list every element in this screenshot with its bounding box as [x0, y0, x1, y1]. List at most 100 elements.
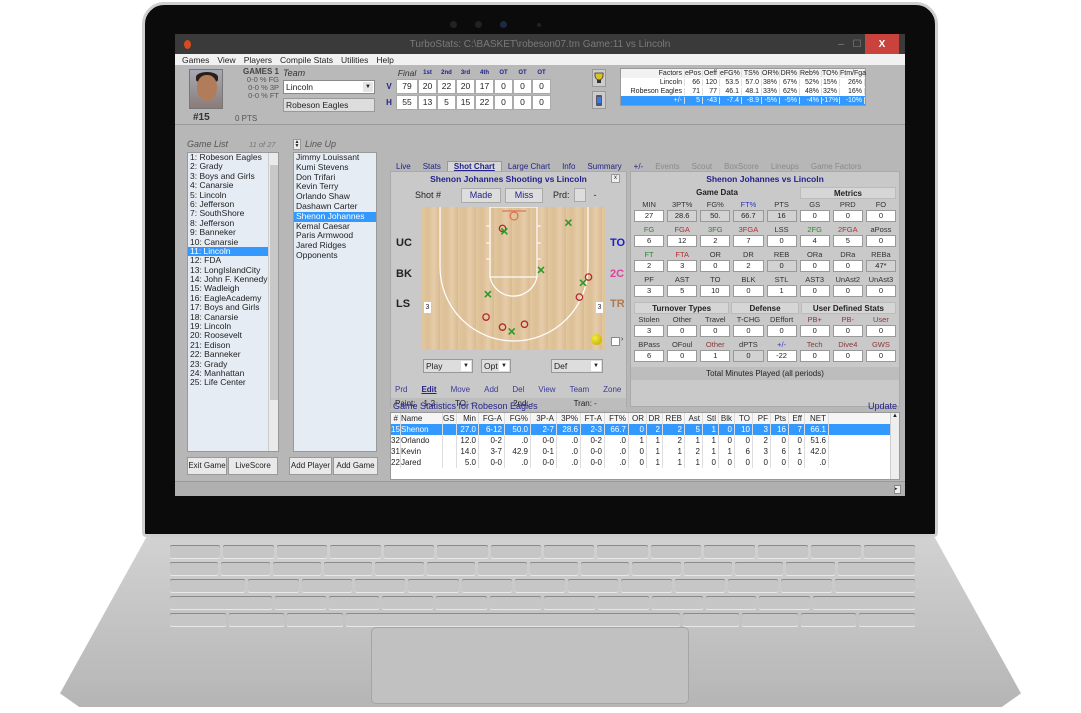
- score-cell[interactable]: 0: [532, 94, 551, 110]
- stat-field-other[interactable]: 1: [700, 350, 731, 362]
- stat-field-deffort[interactable]: 0: [766, 325, 797, 337]
- menu-view[interactable]: View: [217, 55, 235, 65]
- play-select[interactable]: Play ▼: [423, 359, 473, 373]
- menu-utilities[interactable]: Utilities: [341, 55, 368, 65]
- lineup-spinner[interactable]: ▲ ▼: [293, 139, 301, 150]
- menu-games[interactable]: Games: [182, 55, 209, 65]
- stat-field-tech[interactable]: 0: [799, 350, 830, 362]
- label-uc[interactable]: UC: [396, 237, 412, 249]
- stat-field-min[interactable]: 27: [634, 210, 665, 222]
- label-bk[interactable]: BK: [396, 268, 412, 280]
- column-header[interactable]: FG%: [505, 413, 531, 424]
- column-header[interactable]: GS: [443, 413, 457, 424]
- column-header[interactable]: FT-A: [581, 413, 605, 424]
- livescore-button[interactable]: LiveScore: [228, 457, 278, 475]
- minimize-button[interactable]: –: [835, 34, 847, 54]
- tab-stats[interactable]: Stats: [417, 162, 447, 171]
- stat-field-gs[interactable]: 0: [799, 210, 830, 222]
- column-header[interactable]: REB: [663, 413, 685, 424]
- tab-info[interactable]: Info: [556, 162, 581, 171]
- score-cell[interactable]: 0: [494, 94, 513, 110]
- miss-button[interactable]: Miss: [505, 187, 543, 203]
- score-cell[interactable]: 22: [475, 94, 494, 110]
- tab-large-chart[interactable]: Large Chart: [502, 162, 556, 171]
- stat-field-aposs[interactable]: 0: [865, 235, 896, 247]
- def-select[interactable]: Def ▼: [551, 359, 603, 373]
- stat-field-user[interactable]: 0: [865, 325, 896, 337]
- stat-field-pf[interactable]: 3: [634, 285, 665, 297]
- checkbox[interactable]: [611, 337, 620, 346]
- add-player-button[interactable]: Add Player: [289, 457, 332, 475]
- game-list[interactable]: 1: Robeson Eagles 2: Grady 3: Boys and Gir…: [187, 152, 279, 452]
- column-header[interactable]: Pts: [771, 413, 789, 424]
- stat-field-stolen[interactable]: 3: [634, 325, 665, 337]
- action-add[interactable]: Add: [484, 385, 498, 394]
- column-header[interactable]: #: [391, 413, 401, 424]
- chevron-down-icon[interactable]: ▼: [461, 361, 471, 371]
- metrics-tab[interactable]: Metrics: [800, 186, 896, 199]
- made-shot-marker[interactable]: [537, 266, 545, 274]
- stat-field-dra[interactable]: 0: [832, 260, 863, 272]
- action-del[interactable]: Del: [512, 385, 524, 394]
- missed-shot-marker[interactable]: [498, 323, 507, 331]
- tab-boxscore[interactable]: BoxScore: [718, 162, 765, 171]
- tab-summary[interactable]: Summary: [581, 162, 627, 171]
- menu-help[interactable]: Help: [376, 55, 393, 65]
- column-header[interactable]: DR: [647, 413, 663, 424]
- stat-field-ast[interactable]: 5: [667, 285, 698, 297]
- stat-field-3fg[interactable]: 2: [700, 235, 731, 247]
- score-cell[interactable]: 0: [494, 78, 513, 94]
- table-row[interactable]: 15 Shenon 27.0 6-12 50.0 2-7 28.6 2-3 66.7 0 2 2 5 1 0…: [391, 424, 899, 435]
- stat-field-3fga[interactable]: 7: [733, 235, 764, 247]
- stat-field-ora[interactable]: 0: [799, 260, 830, 272]
- stat-field-ft[interactable]: 2: [634, 260, 665, 272]
- label-to[interactable]: TO: [610, 237, 625, 249]
- action-view[interactable]: View: [538, 385, 555, 394]
- made-shot-marker[interactable]: [484, 290, 492, 298]
- stat-field-unast3[interactable]: 0: [865, 285, 896, 297]
- stat-field-t-chg[interactable]: 0: [733, 325, 764, 337]
- trophy-icon-button[interactable]: [592, 69, 606, 87]
- score-cell[interactable]: 0: [532, 78, 551, 94]
- stat-field-lss[interactable]: 0: [766, 235, 797, 247]
- column-header[interactable]: NET: [805, 413, 829, 424]
- maximize-button[interactable]: ☐: [851, 34, 863, 54]
- stat-field-fg[interactable]: 6: [634, 235, 665, 247]
- stat-field-ofoul[interactable]: 0: [667, 350, 698, 362]
- basketball-court[interactable]: 3 3: [422, 207, 605, 350]
- column-header[interactable]: OR: [629, 413, 647, 424]
- stat-field-to[interactable]: 10: [700, 285, 731, 297]
- score-cell[interactable]: 20: [418, 78, 437, 94]
- action-move[interactable]: Move: [451, 385, 471, 394]
- close-button[interactable]: X: [865, 34, 899, 54]
- column-header[interactable]: Stl: [703, 413, 719, 424]
- missed-shot-marker[interactable]: [584, 273, 593, 281]
- factors-row[interactable]: Lincoln 66 120 53.5 57.0 38% 67% 52% 15% 26%: [621, 78, 865, 87]
- stat-field-bpass[interactable]: 6: [634, 350, 665, 362]
- label-2c[interactable]: 2C: [610, 268, 624, 280]
- stat-field-gws[interactable]: 0: [865, 350, 896, 362]
- score-cell[interactable]: 20: [456, 78, 475, 94]
- action-edit[interactable]: Edit: [421, 385, 436, 394]
- made-button[interactable]: Made: [461, 187, 501, 203]
- scrollbar-thumb[interactable]: [270, 165, 278, 400]
- opt-select[interactable]: Opt ▼: [481, 359, 511, 373]
- chevron-down-icon[interactable]: ▼: [363, 82, 373, 92]
- tab-lineups[interactable]: Lineups: [765, 162, 805, 171]
- label-ls[interactable]: LS: [396, 298, 410, 310]
- column-header[interactable]: FT%: [605, 413, 629, 424]
- made-shot-marker[interactable]: [564, 219, 572, 227]
- add-game-button[interactable]: Add Game: [333, 457, 378, 475]
- action-prd[interactable]: Prd: [395, 385, 407, 394]
- stat-field-fga[interactable]: 12: [667, 235, 698, 247]
- column-header[interactable]: FG-A: [479, 413, 505, 424]
- ball-icon[interactable]: [591, 334, 602, 345]
- exit-game-button[interactable]: Exit Game: [187, 457, 227, 475]
- menu-players[interactable]: Players: [244, 55, 272, 65]
- period-input[interactable]: [573, 188, 586, 202]
- action-team[interactable]: Team: [570, 385, 590, 394]
- column-header[interactable]: Eff: [789, 413, 805, 424]
- tab-scout[interactable]: Scout: [686, 162, 718, 171]
- column-header[interactable]: Ast: [685, 413, 703, 424]
- score-cell[interactable]: 0: [513, 78, 532, 94]
